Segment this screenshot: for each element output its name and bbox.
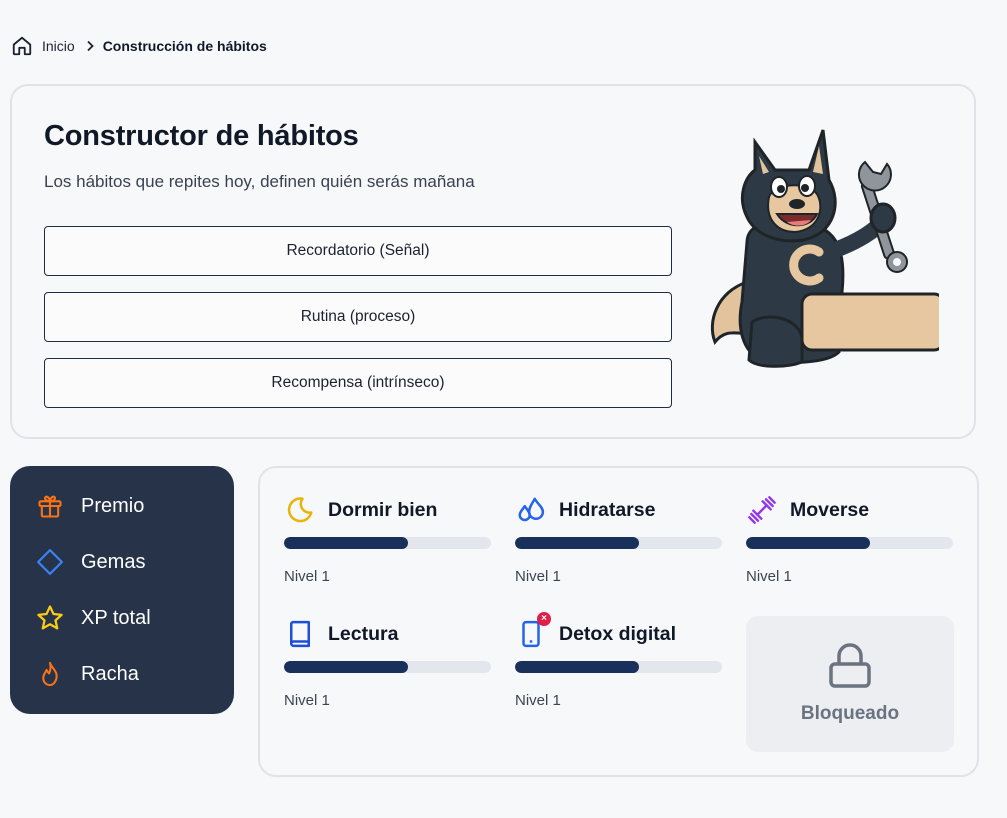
stat-item-gemas[interactable]: Gemas [35,545,145,579]
habit-builder-card: Constructor de hábitos Los hábitos que r… [10,84,976,439]
habit-name: Hidratarse [559,498,656,521]
stat-item-xp-total[interactable]: XP total [35,601,151,635]
gift-icon [35,491,65,521]
habit-level: Nivel 1 [284,568,330,585]
stat-label: XP total [81,606,151,629]
progress-bar [515,661,722,673]
progress-fill [284,537,409,549]
progress-fill [284,661,409,673]
habit-card-lectura[interactable]: Lectura Nivel 1 [284,616,492,726]
progress-bar [515,537,722,549]
chevron-right-icon [85,40,95,52]
routine-button[interactable]: Rutina (proceso) [44,292,672,342]
stat-item-premio[interactable]: Premio [35,489,144,523]
breadcrumb-home-link[interactable]: Inicio [42,38,75,54]
habit-name: Dormir bien [328,498,438,521]
habit-level: Nivel 1 [746,568,792,585]
water-drops-icon [515,494,547,526]
flame-icon [35,659,65,689]
habit-level: Nivel 1 [284,692,330,709]
progress-fill [515,661,640,673]
progress-bar [284,661,491,673]
home-icon[interactable] [11,35,33,57]
page-subtitle: Los hábitos que repites hoy, definen qui… [44,172,475,191]
page-title: Constructor de hábitos [44,120,359,152]
habit-name: Lectura [328,622,399,645]
lock-icon [829,643,871,688]
book-icon [284,618,316,650]
stat-label: Racha [81,662,139,685]
habit-name: Detox digital [559,622,677,645]
habit-card-detox-digital[interactable]: × Detox digital Nivel 1 [515,612,723,726]
stat-label: Gemas [81,550,146,573]
habit-card-moverse[interactable]: Moverse Nivel 1 [746,492,954,602]
habit-name: Moverse [790,498,870,521]
breadcrumb: Inicio Construcción de hábitos [11,33,267,59]
habit-card-dormir-bien[interactable]: Dormir bien Nivel 1 [284,492,492,602]
gem-icon [35,547,65,577]
progress-fill [746,537,871,549]
dumbbell-icon [746,494,778,526]
star-icon [35,603,65,633]
breadcrumb-current: Construcción de hábitos [102,38,267,54]
mascot-badge-letter: C [802,122,803,123]
stat-label: Premio [81,494,145,517]
rewards-panel: Premio Gemas XP total Racha [10,466,234,714]
reward-button[interactable]: Recompensa (intrínseco) [44,358,672,408]
cue-button[interactable]: Recordatorio (Señal) [44,226,672,276]
progress-bar [284,537,491,549]
phone-off-icon: × [515,612,551,650]
wolf-mascot-illustration: C [710,122,939,368]
locked-habit-slot: Bloqueado [746,616,954,752]
moon-icon [284,494,316,526]
habit-level: Nivel 1 [515,568,561,585]
stat-item-racha[interactable]: Racha [35,657,139,691]
habit-level: Nivel 1 [515,692,561,709]
habits-grid: Dormir bien Nivel 1 Hidratarse Nivel 1 M… [258,466,979,777]
locked-label: Bloqueado [800,703,900,724]
close-badge-icon: × [537,612,551,626]
progress-fill [515,537,640,549]
progress-bar [746,537,953,549]
habit-card-hidratarse[interactable]: Hidratarse Nivel 1 [515,492,723,602]
